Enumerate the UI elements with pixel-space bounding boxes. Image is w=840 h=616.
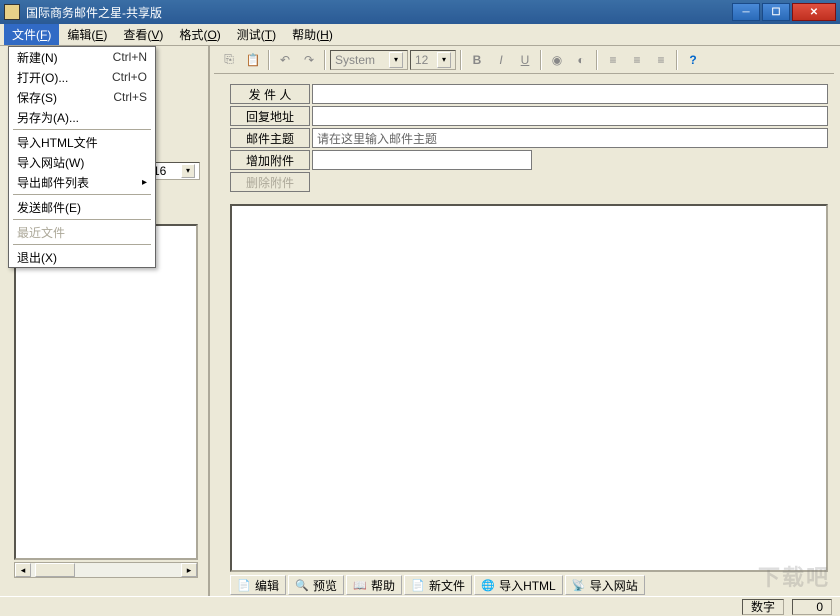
titlebar: 国际商务邮件之星-共享版 ─ ☐ ✕: [0, 0, 840, 24]
paste-icon: 📋: [246, 53, 261, 67]
menu-separator: [13, 244, 151, 245]
color-icon: ◉: [552, 53, 562, 67]
menu-test[interactable]: 测试(T): [229, 24, 284, 45]
newfile-icon: 📄: [411, 578, 425, 592]
app-icon: [4, 4, 20, 20]
menu-edit[interactable]: 编辑(E): [59, 24, 115, 45]
mail-header-form: 发 件 人 回复地址 邮件主题 请在这里输入邮件主题 增加附件 删除附件: [214, 74, 834, 200]
tab-help[interactable]: 📖帮助: [346, 575, 402, 595]
redo-icon: ↷: [304, 53, 314, 67]
undo-button[interactable]: ↶: [274, 49, 296, 71]
bgcolor-button[interactable]: ◐: [570, 49, 592, 71]
file-menu-dropdown: 新建(N)Ctrl+N 打开(O)...Ctrl+O 保存(S)Ctrl+S 另…: [8, 46, 156, 268]
chevron-down-icon: ▾: [389, 52, 403, 68]
help-icon: ?: [689, 53, 696, 67]
format-toolbar: ⎘ 📋 ↶ ↷ System▾ 12▾ B I U ◉ ◐ ≡ ≡ ≡ ?: [214, 46, 834, 74]
menu-file[interactable]: 文件(F): [4, 24, 59, 45]
align-center-icon: ≡: [633, 53, 640, 67]
menu-exit[interactable]: 退出(X): [9, 247, 155, 267]
scroll-right-button[interactable]: ▸: [181, 563, 197, 577]
bold-button[interactable]: B: [466, 49, 488, 71]
preview-icon: 🔍: [295, 578, 309, 592]
redo-button[interactable]: ↷: [298, 49, 320, 71]
sender-label: 发 件 人: [230, 84, 310, 104]
menu-export-list[interactable]: 导出邮件列表: [9, 172, 155, 192]
chevron-down-icon: ▾: [437, 52, 451, 68]
subject-label: 邮件主题: [230, 128, 310, 148]
menu-help[interactable]: 帮助(H): [284, 24, 341, 45]
undo-icon: ↶: [280, 53, 290, 67]
tab-import-html[interactable]: 🌐导入HTML: [474, 575, 563, 595]
underline-button[interactable]: U: [514, 49, 536, 71]
menubar: 文件(F) 编辑(E) 查看(V) 格式(O) 测试(T) 帮助(H): [0, 24, 840, 46]
right-panel: ⎘ 📋 ↶ ↷ System▾ 12▾ B I U ◉ ◐ ≡ ≡ ≡ ? 发 …: [210, 46, 840, 596]
sender-input[interactable]: [312, 84, 828, 104]
menu-recent: 最近文件: [9, 222, 155, 242]
close-button[interactable]: ✕: [792, 3, 836, 21]
delete-attachment-button: 删除附件: [230, 172, 310, 192]
menu-separator: [13, 129, 151, 130]
menu-view[interactable]: 查看(V): [115, 24, 171, 45]
scroll-thumb[interactable]: [35, 563, 75, 577]
maximize-button[interactable]: ☐: [762, 3, 790, 21]
mail-body-editor[interactable]: [230, 204, 828, 572]
tab-import-site[interactable]: 📡导入网站: [565, 575, 645, 595]
subject-input[interactable]: 请在这里输入邮件主题: [312, 128, 828, 148]
bottom-tabbar: 📄编辑 🔍预览 📖帮助 📄新文件 🌐导入HTML 📡导入网站: [214, 574, 834, 596]
tab-preview[interactable]: 🔍预览: [288, 575, 344, 595]
font-size-select[interactable]: 12▾: [410, 50, 456, 70]
align-center-button[interactable]: ≡: [626, 49, 648, 71]
menu-new[interactable]: 新建(N)Ctrl+N: [9, 47, 155, 67]
menu-import-site[interactable]: 导入网站(W): [9, 152, 155, 172]
scroll-left-button[interactable]: ◂: [15, 563, 31, 577]
font-name-select[interactable]: System▾: [330, 50, 408, 70]
bgcolor-icon: ◐: [577, 53, 584, 67]
left-hscrollbar[interactable]: ◂ ▸: [14, 562, 198, 578]
textcolor-button[interactable]: ◉: [546, 49, 568, 71]
align-right-button[interactable]: ≡: [650, 49, 672, 71]
menu-save[interactable]: 保存(S)Ctrl+S: [9, 87, 155, 107]
add-attachment-button[interactable]: 增加附件: [230, 150, 310, 170]
copy-button[interactable]: ⎘: [218, 49, 240, 71]
reply-label: 回复地址: [230, 106, 310, 126]
menu-saveas[interactable]: 另存为(A)...: [9, 107, 155, 127]
dropdown-arrow-icon: ▾: [181, 164, 195, 178]
menu-separator: [13, 219, 151, 220]
status-mode: 数字: [742, 599, 784, 615]
antenna-icon: 📡: [572, 578, 586, 592]
menu-separator: [13, 194, 151, 195]
minimize-button[interactable]: ─: [732, 3, 760, 21]
tab-edit[interactable]: 📄编辑: [230, 575, 286, 595]
paste-button[interactable]: 📋: [242, 49, 264, 71]
copy-icon: ⎘: [224, 52, 234, 67]
window-title: 国际商务邮件之星-共享版: [26, 4, 732, 21]
left-listbox[interactable]: [14, 224, 198, 560]
attachment-path[interactable]: [312, 150, 532, 170]
menu-format[interactable]: 格式(O): [171, 24, 228, 45]
menu-import-html[interactable]: 导入HTML文件: [9, 132, 155, 152]
tab-newfile[interactable]: 📄新文件: [404, 575, 472, 595]
align-left-icon: ≡: [609, 53, 616, 67]
menu-open[interactable]: 打开(O)...Ctrl+O: [9, 67, 155, 87]
italic-button[interactable]: I: [490, 49, 512, 71]
book-icon: 📖: [353, 578, 367, 592]
align-left-button[interactable]: ≡: [602, 49, 624, 71]
globe-icon: 🌐: [481, 578, 495, 592]
menu-send[interactable]: 发送邮件(E): [9, 197, 155, 217]
statusbar: 数字 0: [0, 596, 840, 616]
status-count: 0: [792, 599, 832, 615]
help-button[interactable]: ?: [682, 49, 704, 71]
edit-icon: 📄: [237, 578, 251, 592]
reply-input[interactable]: [312, 106, 828, 126]
align-right-icon: ≡: [657, 53, 664, 67]
